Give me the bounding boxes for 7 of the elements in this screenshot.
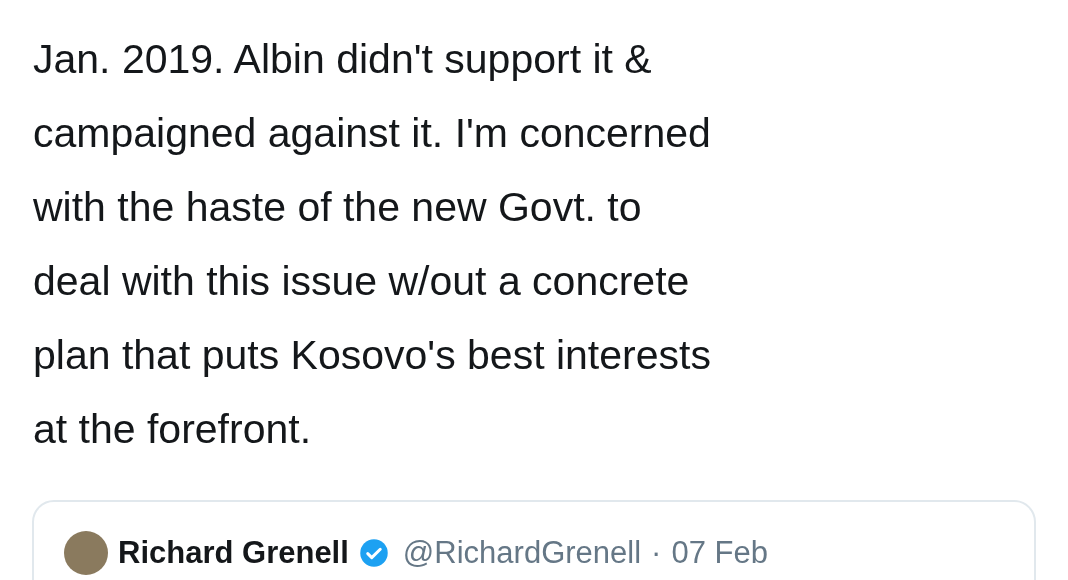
separator: · [651,534,662,572]
author-handle: @RichardGrenell [402,534,642,572]
author-name: Richard Grenell [118,534,349,572]
avatar [64,531,108,576]
tweet-text: Jan. 2019. Albin didn't support it & campaigned against it. I'm concerned with the haste of the new Govt. to deal with this issue w/out a concrete plan that puts Kosovo's best interests at the forefront. [33,35,711,454]
quoted-tweet-card[interactable]: Richard Grenell @RichardGrenell · 07 Feb [32,500,1036,580]
tweet-date: 07 Feb [671,534,768,572]
